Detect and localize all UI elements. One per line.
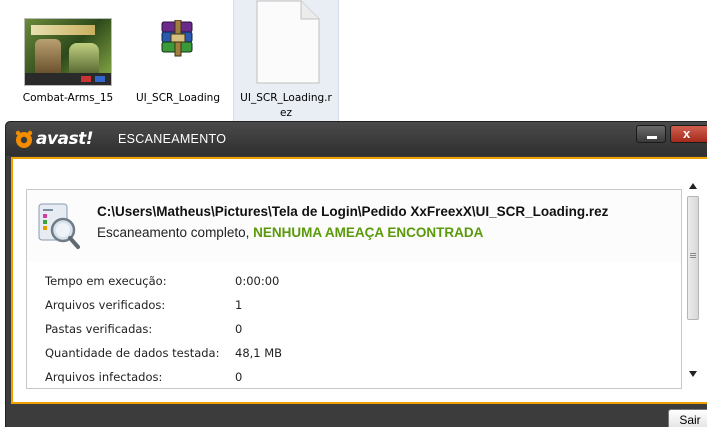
avast-scan-window: avast! ESCANEAMENTO x C:\Users\Matheus\P… [5,121,707,427]
file-item-combat-arms[interactable]: Combat-Arms_15 [18,0,118,122]
vertical-scrollbar[interactable] [686,180,700,384]
stat-label: Pastas verificadas: [45,322,153,336]
brand-name: avast! [36,129,94,149]
file-label-line1: UI_SCR_Loading.r [240,92,332,104]
stat-value: 0 [235,322,243,336]
file-item-ui-scr-loading-archive[interactable]: UI_SCR_Loading [128,0,228,122]
stat-label: Quantidade de dados testada: [45,346,220,360]
scrollbar-thumb[interactable] [687,196,699,320]
scanned-file-path: C:\Users\Matheus\Pictures\Tela de Login\… [97,204,609,219]
scan-result-badge: NENHUMA AMEAÇA ENCONTRADA [253,225,484,240]
stat-label: Tempo em execução: [45,274,167,288]
file-item-ui-scr-loading-rez[interactable]: UI_SCR_Loading.r ez [233,0,339,122]
stat-label: Arquivos infectados: [45,370,163,384]
scan-status: Escaneamento completo, NENHUMA AMEAÇA EN… [97,225,483,240]
screen: Combat-Arms_15 UI_SCR_Loading UI_SCR_Loa… [0,0,707,427]
winrar-archive-icon [161,20,193,57]
scroll-down-arrow-icon[interactable] [686,368,700,380]
file-label-line2: ez [280,107,292,119]
report-header: C:\Users\Matheus\Pictures\Tela de Login\… [27,190,681,262]
window-footer: Sair [6,406,707,427]
avast-logo: avast! [14,129,94,149]
scan-status-text: Escaneamento completo, [97,225,254,240]
stat-value: 0:00:00 [235,274,280,288]
minimize-button[interactable] [636,125,666,143]
stat-label: Arquivos verificados: [45,298,166,312]
stat-value: 1 [235,298,243,312]
scan-panel: C:\Users\Matheus\Pictures\Tela de Login\… [11,157,707,404]
stat-value: 48,1 MB [235,346,283,360]
exit-button[interactable]: Sair [668,409,707,427]
file-label: UI_SCR_Loading [136,92,220,104]
file-label: Combat-Arms_15 [22,92,114,104]
title-bar[interactable]: avast! ESCANEAMENTO x [6,122,707,156]
scan-report: C:\Users\Matheus\Pictures\Tela de Login\… [26,189,682,389]
scroll-up-arrow-icon[interactable] [686,180,700,192]
close-button[interactable]: x [670,125,707,143]
image-thumbnail-icon [24,18,112,86]
scan-magnifier-icon [38,203,80,249]
stat-value: 0 [235,370,243,384]
window-title: ESCANEAMENTO [118,132,227,146]
avast-orb-icon [15,130,33,148]
close-icon: x [683,126,691,141]
blank-document-icon [256,0,320,84]
